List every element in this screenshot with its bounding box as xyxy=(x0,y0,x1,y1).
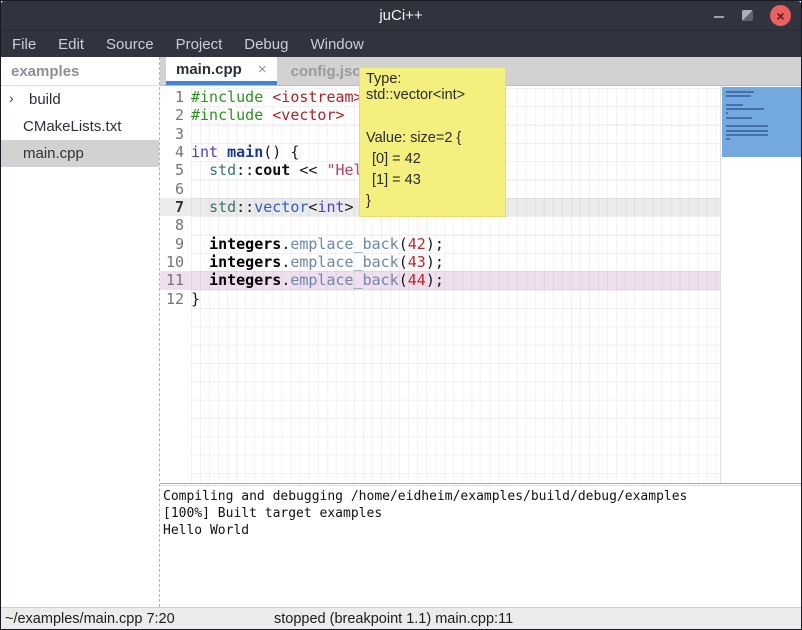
code-line[interactable]: 12} xyxy=(160,290,720,308)
menu-project[interactable]: Project xyxy=(165,31,234,58)
title-bar: juCi++ × xyxy=(1,1,801,30)
tooltip-value-line: } xyxy=(366,191,499,212)
terminal-line: [100%] Built target examples xyxy=(163,505,801,522)
menu-window[interactable]: Window xyxy=(299,31,374,58)
tab-label: main.cpp xyxy=(176,61,242,78)
tree-item-label: build xyxy=(29,91,61,108)
tab-maincpp[interactable]: main.cpp × xyxy=(166,57,277,85)
debug-value-tooltip: Type: std::vector<int> Value: size=2 { [… xyxy=(359,67,506,217)
line-number[interactable]: 7 xyxy=(160,198,191,216)
code-line[interactable]: 11 integers.emplace_back(44); xyxy=(160,271,720,289)
line-number[interactable]: 5 xyxy=(160,161,191,179)
menu-source[interactable]: Source xyxy=(95,31,165,58)
minimap-code-line xyxy=(726,130,768,132)
line-number[interactable]: 2 xyxy=(160,106,191,124)
line-number[interactable]: 4 xyxy=(160,143,191,161)
terminal-line: Hello World xyxy=(163,522,801,539)
status-bar: ~/examples/main.cpp 7:20 stopped (breakp… xyxy=(1,607,801,629)
code-text xyxy=(191,308,720,483)
chevron-right-icon[interactable]: › xyxy=(9,90,14,106)
window-title: juCi++ xyxy=(1,7,801,24)
minimap-code-line xyxy=(726,95,751,97)
minimap-code-line xyxy=(726,125,768,127)
line-number[interactable]: 11 xyxy=(160,271,191,289)
line-number[interactable]: 8 xyxy=(160,216,191,234)
line-number[interactable]: 6 xyxy=(160,180,191,198)
tooltip-value-line: Value: size=2 { xyxy=(366,128,499,149)
tree-item-cmakelists[interactable]: CMakeLists.txt xyxy=(1,113,159,140)
tree-item-maincpp[interactable]: main.cpp xyxy=(1,140,159,167)
minimap-code-line xyxy=(726,91,754,93)
tooltip-value-line: [0] = 42 xyxy=(366,149,499,170)
tooltip-type-line: Type: std::vector<int> xyxy=(366,71,499,103)
line-number[interactable]: 9 xyxy=(160,235,191,253)
close-icon[interactable]: × xyxy=(770,5,791,26)
minimap-code-line xyxy=(726,117,752,119)
status-debug-state: stopped (breakpoint 1.1) main.cpp:11 xyxy=(274,611,513,627)
window-controls: × xyxy=(713,1,791,30)
code-line[interactable]: 9 integers.emplace_back(42); xyxy=(160,235,720,253)
restore-icon[interactable] xyxy=(742,10,753,21)
minimap-code-line xyxy=(726,138,730,140)
minimap[interactable] xyxy=(720,86,801,483)
minimize-icon[interactable] xyxy=(713,1,725,30)
project-folder-label: examples xyxy=(1,57,159,86)
file-tree-sidebar: examples › build CMakeLists.txt main.cpp xyxy=(1,57,160,607)
tree-item-label: CMakeLists.txt xyxy=(23,118,121,135)
code-line[interactable]: 10 integers.emplace_back(43); xyxy=(160,253,720,271)
terminal-output[interactable]: Compiling and debugging /home/eidheim/ex… xyxy=(160,486,801,607)
code-line[interactable]: 8 xyxy=(160,216,720,234)
code-empty-area[interactable] xyxy=(160,308,720,483)
menu-edit[interactable]: Edit xyxy=(47,31,95,58)
line-number[interactable]: 10 xyxy=(160,253,191,271)
code-text: integers.emplace_back(44); xyxy=(191,271,720,289)
minimap-code-line xyxy=(726,134,768,136)
minimap-code-line xyxy=(726,108,764,110)
minimap-code-line xyxy=(726,104,743,106)
code-text xyxy=(191,216,720,234)
menu-bar: File Edit Source Project Debug Window xyxy=(1,30,801,57)
tooltip-value-line: [1] = 43 xyxy=(366,170,499,191)
terminal-line: Compiling and debugging /home/eidheim/ex… xyxy=(163,488,801,505)
gutter xyxy=(160,308,191,483)
minimap-code-line xyxy=(726,112,728,114)
tab-close-icon[interactable]: × xyxy=(258,61,267,78)
line-number[interactable]: 12 xyxy=(160,290,191,308)
line-number[interactable]: 3 xyxy=(160,125,191,143)
tree-item-label: main.cpp xyxy=(23,145,84,162)
code-text: integers.emplace_back(42); xyxy=(191,235,720,253)
menu-debug[interactable]: Debug xyxy=(233,31,299,58)
status-file-location: ~/examples/main.cpp 7:20 xyxy=(1,611,175,627)
menu-file[interactable]: File xyxy=(1,31,47,58)
code-text: integers.emplace_back(43); xyxy=(191,253,720,271)
line-number[interactable]: 1 xyxy=(160,88,191,106)
app-window: juCi++ × File Edit Source Project Debug … xyxy=(0,0,802,630)
minimap-viewport[interactable] xyxy=(722,87,801,157)
code-text: } xyxy=(191,290,720,308)
tree-item-build[interactable]: › build xyxy=(1,86,159,113)
